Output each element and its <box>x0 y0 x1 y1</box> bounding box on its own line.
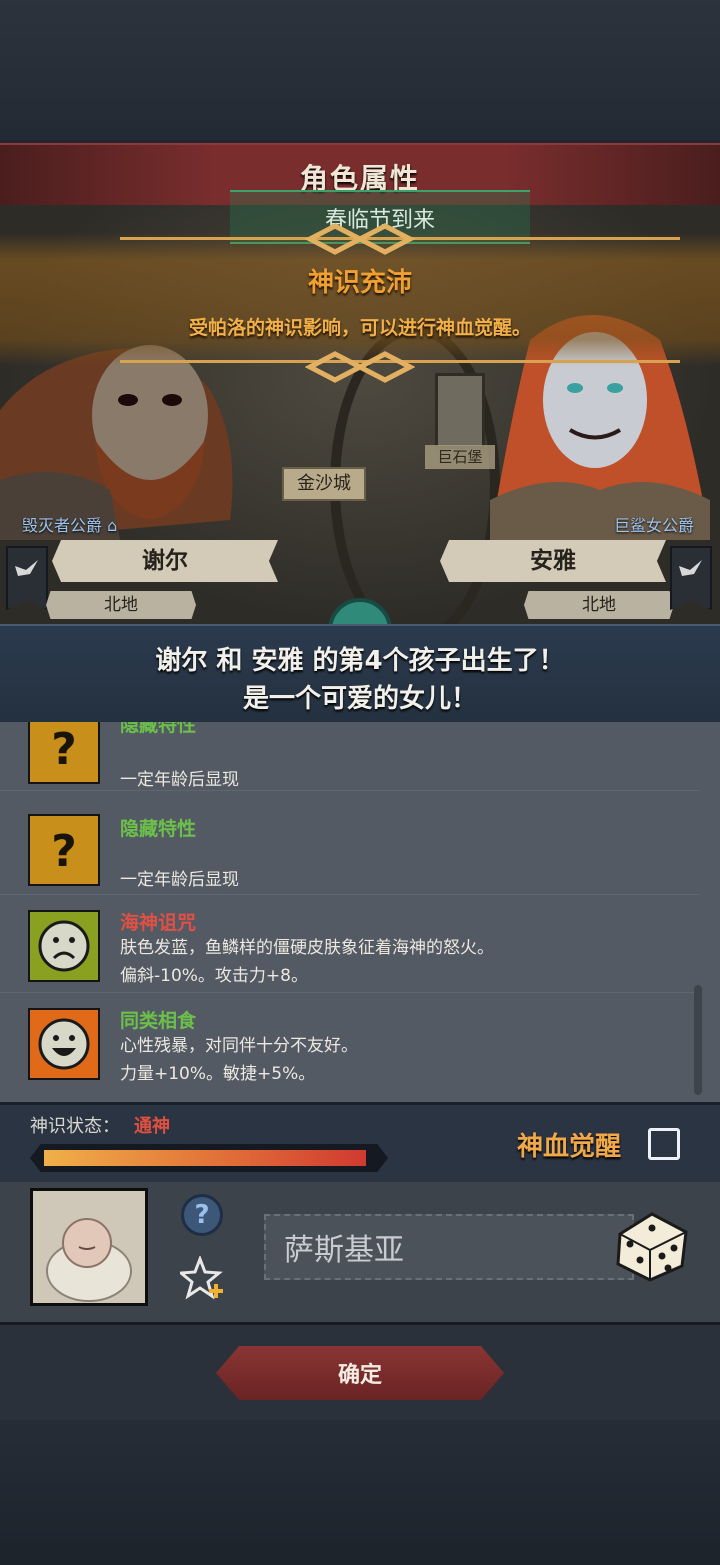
father-rank: 毁灭者公爵 ⌂ <box>22 512 117 536</box>
bird-icon <box>679 560 702 576</box>
birth-message-line1: 谢尔 和 安雅 的第4个孩子出生了！ <box>155 646 565 676</box>
question-icon: ? <box>28 814 100 886</box>
trait-name: 海神诅咒 <box>120 912 197 934</box>
trait-name: 隐藏特性 <box>120 818 197 840</box>
baby-portrait[interactable] <box>30 1188 148 1306</box>
banner-text: 受帕洛的神识影响，可以进行神血觉醒。 <box>188 317 531 339</box>
favorite-star-icon[interactable] <box>180 1256 226 1300</box>
father-region: 北地 <box>46 591 196 619</box>
trait-list-scrollbar[interactable] <box>694 985 702 1095</box>
baby-avatar <box>33 1191 145 1303</box>
knot-ornament-icon <box>305 351 415 383</box>
trait-item[interactable]: ? 隐藏特性 一定年龄后显现 <box>0 802 700 895</box>
trait-item[interactable]: 同类相食 心性残暴，对同伴十分不友好。 力量+10%。敏捷+5%。 <box>0 1000 700 1092</box>
trait-desc-line2: 一定年龄后显现 <box>120 770 239 790</box>
svg-text:?: ? <box>51 724 77 775</box>
bottom-background <box>0 1420 720 1565</box>
random-name-dice-icon[interactable] <box>612 1204 692 1284</box>
map-label-city: 金沙城 <box>282 467 366 501</box>
baby-name-input[interactable] <box>264 1214 634 1280</box>
father-name-plate[interactable]: 谢尔 <box>52 540 278 582</box>
question-icon: ? <box>28 722 100 784</box>
trait-desc-line2: 力量+10%。敏捷+5%。 <box>120 1064 316 1084</box>
svg-text:?: ? <box>51 826 77 877</box>
happy-face-icon <box>28 1008 100 1080</box>
father-rank-text: 毁灭者公爵 <box>22 516 103 535</box>
trait-desc-line2: 偏斜-10%。攻击力+8。 <box>120 966 308 986</box>
trait-name: 隐藏特性 <box>120 722 197 736</box>
confirm-button[interactable]: 确定 <box>216 1346 504 1400</box>
birth-message: 谢尔 和 安雅 的第4个孩子出生了！ 是一个可爱的女儿！ <box>0 624 720 724</box>
trait-item[interactable]: 海神诅咒 肤色发蓝，鱼鳞样的僵硬皮肤象征着海神的怒火。 偏斜-10%。攻击力+8… <box>0 900 700 993</box>
birth-message-line2: 是一个可爱的女儿！ <box>242 684 477 714</box>
knot-ornament-icon <box>305 223 415 255</box>
top-background <box>0 0 720 140</box>
crown-icon: ⌂ <box>107 516 118 535</box>
divine-progress-fill <box>44 1150 366 1166</box>
help-button[interactable]: ? <box>181 1194 223 1236</box>
trait-item[interactable]: ? 隐藏特性 一定年龄后显现 <box>0 722 700 791</box>
divine-state-value: 通神 <box>134 1116 170 1137</box>
mother-rank: 巨鲨女公爵 <box>614 516 695 535</box>
sad-face-icon <box>28 910 100 982</box>
trait-desc-line1: 心性残暴，对同伴十分不友好。 <box>120 1036 358 1056</box>
awaken-checkbox[interactable] <box>648 1128 680 1160</box>
trait-name: 同类相食 <box>120 1010 197 1032</box>
shield-icon <box>328 598 392 625</box>
trait-desc-line1: 肤色发蓝，鱼鳞样的僵硬皮肤象征着海神的怒火。 <box>120 938 494 958</box>
mother-region: 北地 <box>524 591 674 619</box>
banner-title: 神识充沛 <box>307 268 412 298</box>
trait-desc-line2: 一定年龄后显现 <box>120 870 239 890</box>
divine-state-label: 神识状态： <box>30 1116 120 1137</box>
trait-list[interactable]: ? 隐藏特性 一定年龄后显现 ? 隐藏特性 一定年龄后显现 海神诅咒 肤色发蓝，… <box>0 722 720 1102</box>
mother-name-plate[interactable]: 安雅 <box>440 540 666 582</box>
bird-icon <box>15 560 38 576</box>
awaken-label: 神血觉醒 <box>517 1132 622 1162</box>
